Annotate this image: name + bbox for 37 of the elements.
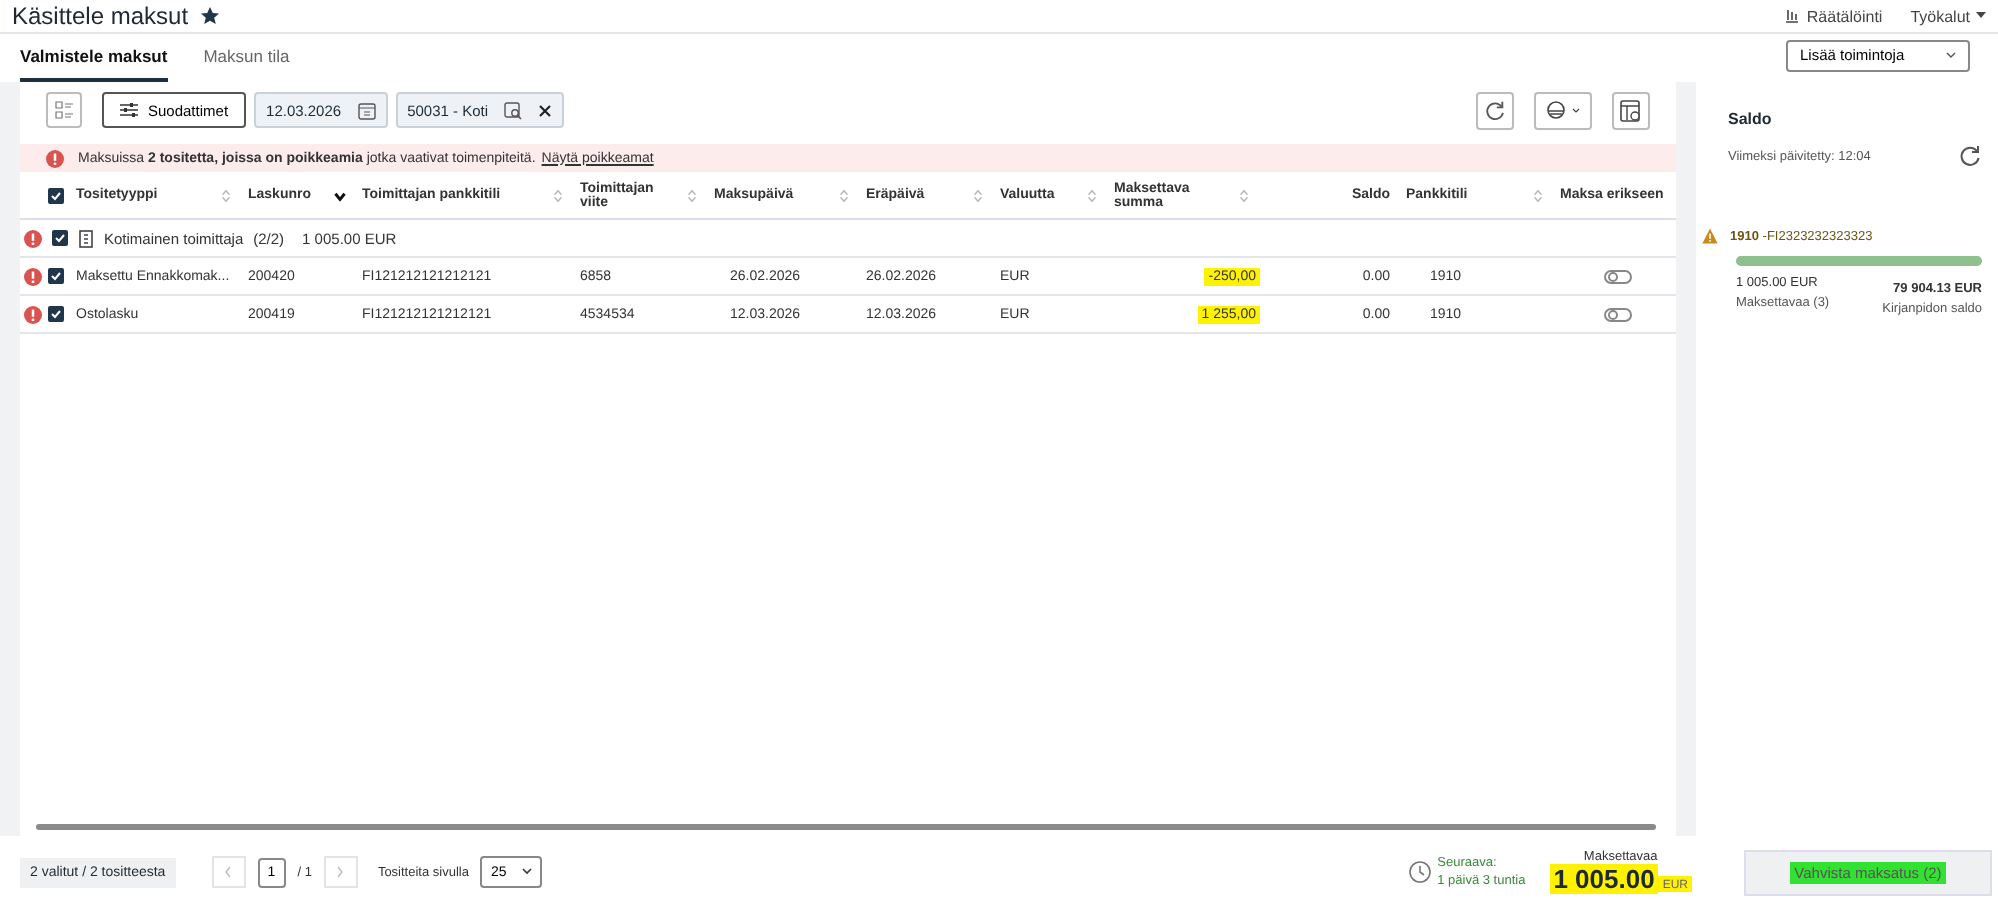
checkbox[interactable] [48,187,64,203]
table-settings-button[interactable] [1612,91,1650,129]
error-icon [46,149,64,167]
chevron-left-icon [224,866,233,878]
chevron-right-icon [336,866,345,878]
calendar-icon[interactable] [357,101,376,119]
checkbox[interactable] [48,306,64,322]
pay-separately-toggle[interactable] [1604,307,1632,321]
tab[interactable]: Maksun tila [203,46,290,82]
customize-link[interactable]: Räätälöinti [1784,7,1883,25]
coins-icon [1546,100,1566,120]
checkbox[interactable] [52,230,68,246]
sliders-icon [120,102,138,118]
chevron-icon [522,868,533,876]
building-icon [78,229,94,247]
refresh-icon[interactable] [1958,144,1982,168]
table-settings-icon [1620,99,1642,121]
pay-separately-toggle[interactable] [1604,269,1632,283]
search-icon[interactable] [504,101,523,119]
saldo-title: Saldo [1728,110,1774,128]
page-title: Käsittele maksut [12,2,189,30]
close-icon[interactable] [538,103,553,117]
checklist-icon [54,100,74,120]
refresh-button[interactable] [1476,91,1514,129]
caret-icon [1976,12,1986,20]
clock-icon [1407,860,1432,884]
chart-icon [1784,8,1801,24]
refresh-icon[interactable] [1484,99,1506,121]
chevron-icon [1572,107,1580,113]
chevron-icon [1946,51,1956,59]
horizontal-scrollbar[interactable] [36,824,1656,830]
tools-menu[interactable]: Työkalut [1910,7,1986,25]
coins-dropdown[interactable] [1534,91,1592,129]
total-amount: 1 005.00 [1549,864,1659,894]
checkbox[interactable] [48,268,64,284]
star-icon[interactable] [200,6,221,26]
sort-descending-icon[interactable] [334,187,346,203]
